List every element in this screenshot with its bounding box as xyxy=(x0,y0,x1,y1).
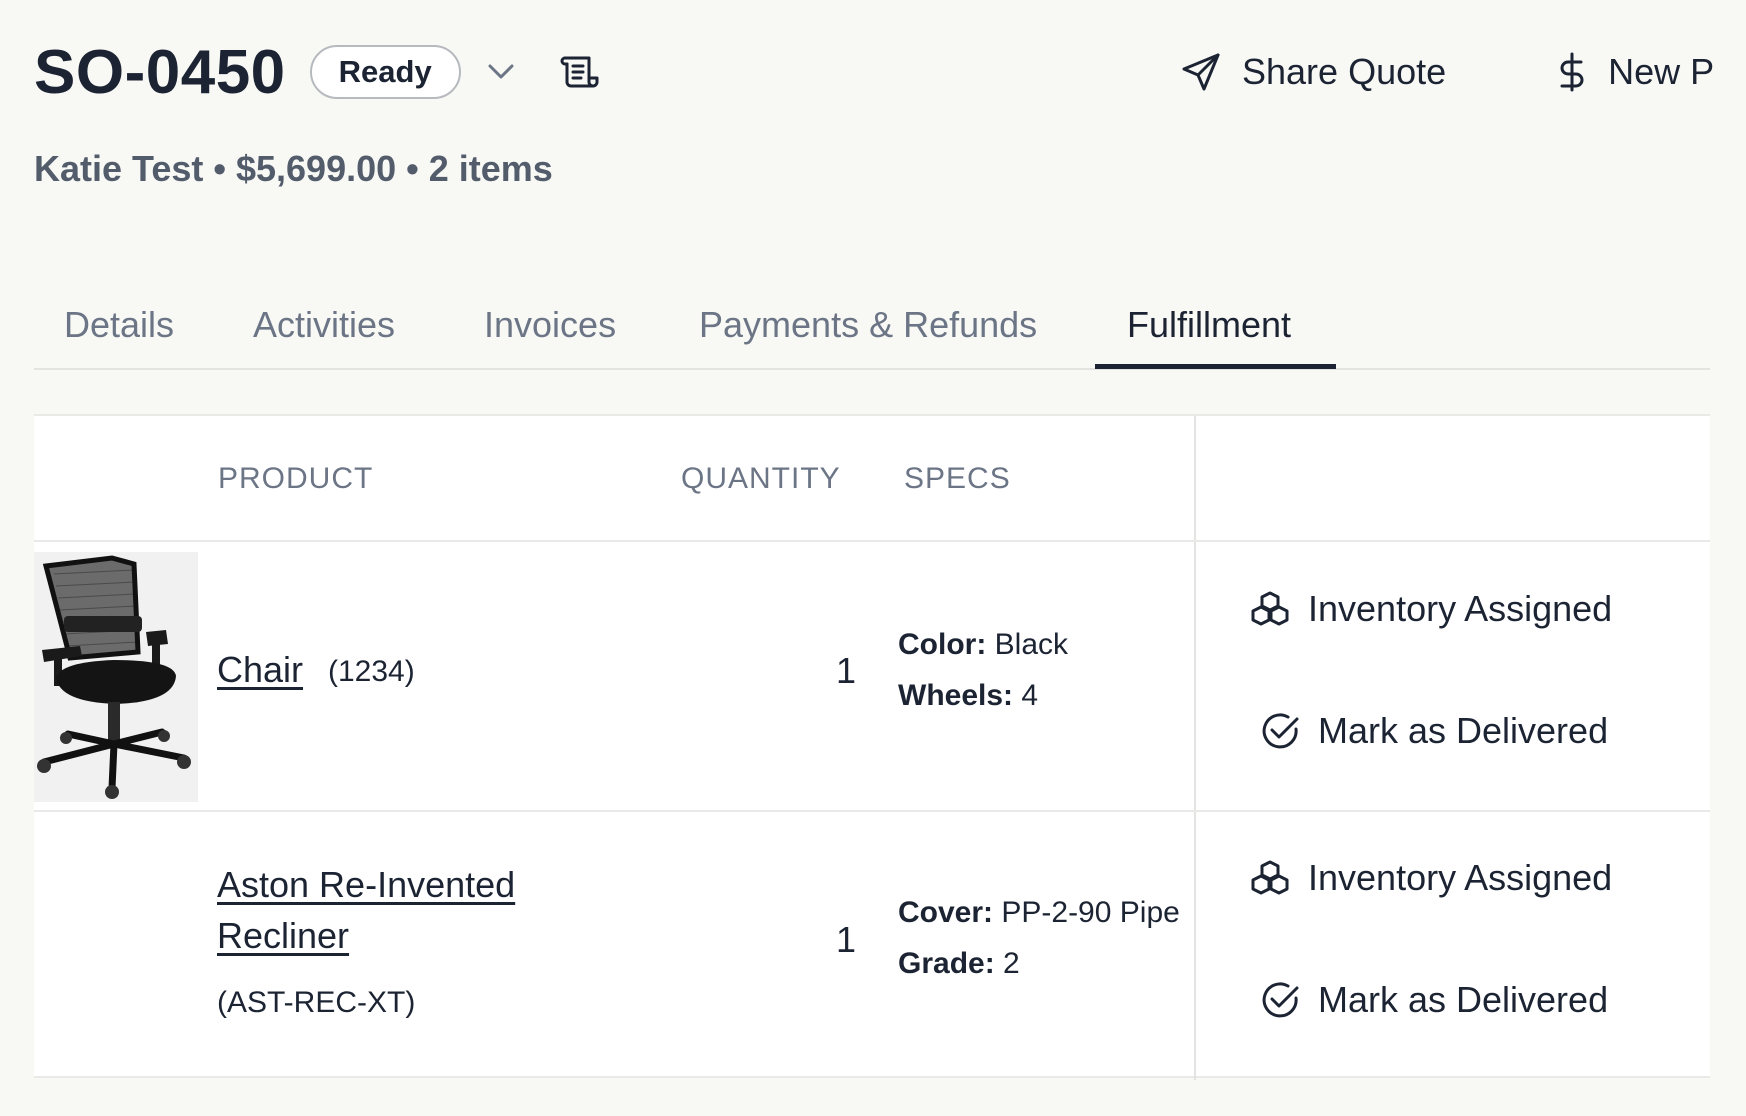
dollar-icon xyxy=(1560,52,1584,92)
status-badge[interactable]: Ready xyxy=(309,45,461,99)
scroll-icon[interactable] xyxy=(557,50,601,94)
share-quote-label: Share Quote xyxy=(1242,51,1447,92)
header-actions: Share Quote New P xyxy=(1180,40,1714,104)
tab-activities[interactable]: Activities xyxy=(253,304,395,346)
spec-line: Color: Black xyxy=(898,628,1069,661)
spec-line: Wheels: 4 xyxy=(898,679,1039,712)
product-sku: (AST-REC-XT) xyxy=(217,986,416,1019)
tab-fulfillment[interactable]: Fulfillment xyxy=(1127,304,1291,346)
product-quantity: 1 xyxy=(836,919,857,960)
check-circle-icon xyxy=(1262,982,1299,1018)
mark-delivered-button[interactable]: Mark as Delivered xyxy=(1260,979,1608,1021)
new-payment-label: New P xyxy=(1608,51,1715,92)
order-header: SO-0450 Ready xyxy=(34,36,601,108)
product-link-recliner-line2[interactable]: Recliner xyxy=(217,915,349,957)
sales-order-page: SO-0450 Ready Share Quote New P Katie Te… xyxy=(0,0,1746,1116)
boxes-icon xyxy=(1251,860,1289,895)
product-link-recliner[interactable]: Aston Re-Invented xyxy=(217,864,515,906)
mark-delivered-label: Mark as Delivered xyxy=(1318,979,1609,1020)
share-quote-button[interactable]: Share Quote xyxy=(1180,51,1446,93)
new-payment-button[interactable]: New P xyxy=(1556,51,1714,93)
column-divider xyxy=(1194,416,1196,1080)
check-circle-icon xyxy=(1262,713,1299,749)
tab-invoices[interactable]: Invoices xyxy=(484,304,616,346)
send-icon xyxy=(1182,53,1220,91)
order-id: SO-0450 xyxy=(34,37,286,107)
spec-line: Cover: PP-2-90 Pipe xyxy=(898,896,1180,929)
tab-payments-refunds[interactable]: Payments & Refunds xyxy=(699,304,1037,346)
inventory-assigned-label: Inventory Assigned xyxy=(1308,857,1613,898)
spec-line: Grade: 2 xyxy=(898,947,1020,980)
mark-delivered-button[interactable]: Mark as Delivered xyxy=(1260,710,1608,752)
inventory-assigned-status[interactable]: Inventory Assigned xyxy=(1250,588,1612,630)
inventory-assigned-label: Inventory Assigned xyxy=(1308,588,1613,629)
tab-bar: Details Activities Invoices Payments & R… xyxy=(34,290,1710,370)
inventory-assigned-status[interactable]: Inventory Assigned xyxy=(1250,857,1612,899)
tab-details[interactable]: Details xyxy=(64,304,174,346)
specs-clip-region: Color: Black Wheels: 4 Cover: PP-2-90 Pi… xyxy=(34,416,1194,1080)
chevron-down-icon[interactable] xyxy=(485,56,517,88)
mark-delivered-label: Mark as Delivered xyxy=(1318,710,1609,751)
boxes-icon xyxy=(1251,591,1289,626)
fulfillment-table: PRODUCT QUANTITY SPECS Chair (1234) 1 Co… xyxy=(34,414,1710,1080)
active-tab-indicator xyxy=(1095,364,1336,369)
order-summary: Katie Test • $5,699.00 • 2 items xyxy=(34,148,553,189)
